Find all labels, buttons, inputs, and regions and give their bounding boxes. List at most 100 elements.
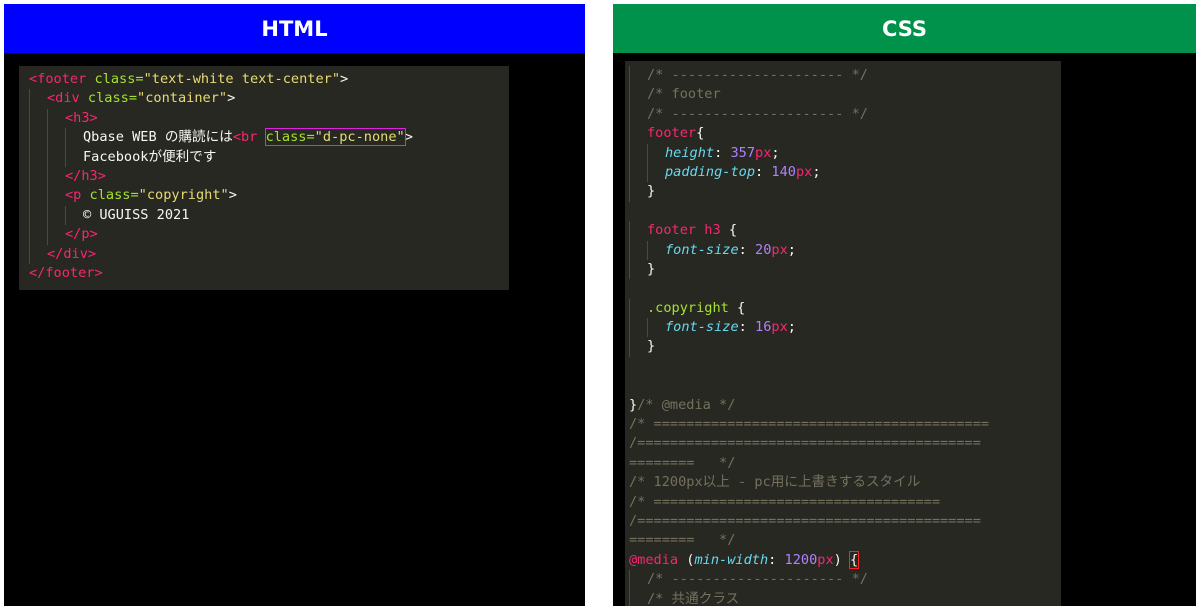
tag-close: > [404, 129, 413, 146]
value: 16 [755, 319, 772, 336]
css-line-18: }/* @media */ [629, 396, 1061, 415]
unit: px [771, 319, 788, 336]
brace: } [647, 260, 656, 277]
comment: /* 1200px以上 - pc用に上書きするスタイル [629, 474, 921, 491]
unit: px [771, 241, 788, 258]
css-line-3: /* --------------------- */ [629, 104, 1061, 125]
brace: { [737, 299, 746, 316]
html-code-editor[interactable]: <footer class="text-white text-center"> <… [19, 66, 509, 290]
code-line-4: Qbase WEB の購読には<br class="d-pc-none"> [29, 128, 509, 148]
css-panel-header: CSS [613, 4, 1196, 53]
selector: footer h3 [647, 222, 721, 239]
css-line-4: footer{ [629, 124, 1061, 144]
brace: } [647, 183, 656, 200]
div-open-tag: <div [47, 90, 80, 107]
class-attr: class= [79, 90, 138, 107]
code-line-2: <div class="container"> [29, 89, 509, 109]
css-line-28: /* 共通クラス [629, 589, 1061, 606]
p-open-tag: <p [65, 187, 82, 204]
unit: px [817, 551, 834, 568]
value: 20 [755, 241, 772, 258]
code-line-7: <p class="copyright"> [29, 186, 509, 206]
comment: /* =================================== [629, 493, 940, 510]
css-line-25: ======== */ [629, 531, 1061, 550]
css-line-22: /* 1200px以上 - pc用に上書きするスタイル [629, 473, 1061, 492]
code-line-6: </h3> [29, 166, 509, 187]
property: font-size [665, 319, 739, 336]
comment: /* @media */ [637, 396, 736, 413]
css-line-1: /* --------------------- */ [629, 66, 1061, 86]
css-line-21: ======== */ [629, 454, 1061, 473]
css-line-20: /=======================================… [629, 434, 1061, 453]
value: 357 [730, 144, 756, 161]
html-panel-header: HTML [4, 4, 585, 53]
comment: /* --------------------- */ [647, 105, 868, 122]
unit: px [755, 144, 772, 161]
css-line-11: } [629, 259, 1061, 280]
code-line-5: Facebookが便利です [29, 147, 509, 167]
brace: } [629, 396, 638, 413]
property: font-size [665, 241, 739, 258]
p-close-tag: </p> [65, 226, 98, 243]
code-line-8: © UGUISS 2021 [29, 205, 509, 226]
selector: footer [647, 125, 697, 142]
tag-close: > [227, 90, 236, 107]
br-tag: <br [232, 129, 258, 146]
class-attr: class= [86, 71, 144, 87]
property: min-width [694, 551, 769, 568]
h3-close-tag: </h3> [65, 167, 106, 184]
css-line-17 [629, 376, 1061, 395]
css-line-5: height: 357px; [629, 143, 1061, 163]
css-line-9: footer h3 { [629, 221, 1061, 241]
css-line-8 [629, 202, 1061, 221]
comment: ======== */ [629, 454, 736, 471]
class-value: "d-pc-none" [314, 129, 405, 146]
tag-close: > [228, 187, 237, 204]
css-line-7: } [629, 182, 1061, 202]
highlighted-class-attr: class="d-pc-none" [264, 128, 406, 147]
css-line-16 [629, 357, 1061, 376]
copyright-text: © UGUISS 2021 [83, 206, 190, 223]
class-value: "container" [137, 90, 228, 107]
css-panel: CSS /* --------------------- */ /* footer… [613, 4, 1196, 606]
css-line-2: /* footer [629, 85, 1061, 105]
value: 1200 [784, 551, 818, 568]
code-line-1: <footer class="text-white text-center"> [29, 70, 509, 89]
comment: /=======================================… [629, 435, 981, 452]
div-close-tag: </div> [47, 245, 97, 262]
tag-close: > [340, 71, 349, 87]
selector: .copyright [647, 299, 729, 316]
comment: /=======================================… [629, 512, 981, 529]
footer-open-tag: <footer [29, 71, 87, 87]
class-value: "text-white text-center" [143, 71, 341, 87]
brace: { [728, 222, 738, 239]
class-value: "copyright" [138, 187, 229, 204]
class-attr: class= [265, 129, 315, 146]
css-line-12 [629, 279, 1061, 298]
unit: px [795, 163, 813, 180]
css-line-6: padding-top: 140px; [629, 162, 1061, 183]
css-line-24: /=======================================… [629, 512, 1061, 531]
code-line-9: </p> [29, 225, 509, 245]
css-line-27: /* --------------------- */ [629, 570, 1061, 590]
comment: /* --------------------- */ [647, 67, 868, 83]
property: padding-top [665, 163, 756, 180]
brace: } [647, 338, 656, 355]
comment: /* --------------------- */ [647, 571, 868, 588]
heading-text: Qbase WEB の購読には [83, 129, 233, 146]
heading-text: Facebookが便利です [83, 148, 217, 165]
css-line-23: /* =================================== [629, 493, 1061, 512]
highlighted-brace: { [849, 550, 860, 569]
html-panel: HTML <footer class="text-white text-cent… [4, 4, 585, 606]
class-attr: class= [81, 187, 139, 204]
code-line-11: </footer> [29, 264, 509, 283]
css-line-15: } [629, 337, 1061, 357]
comment: /* footer [647, 86, 721, 103]
at-rule: @media [629, 551, 679, 568]
h3-open-tag: <h3> [65, 109, 98, 126]
css-line-26: @media (min-width: 1200px) { [629, 550, 860, 569]
css-code-editor[interactable]: /* --------------------- */ /* footer /* -… [625, 61, 1061, 606]
comment: /* =====================================… [629, 416, 990, 433]
comment: /* 共通クラス [647, 590, 740, 606]
css-line-19: /* =====================================… [629, 415, 1061, 434]
